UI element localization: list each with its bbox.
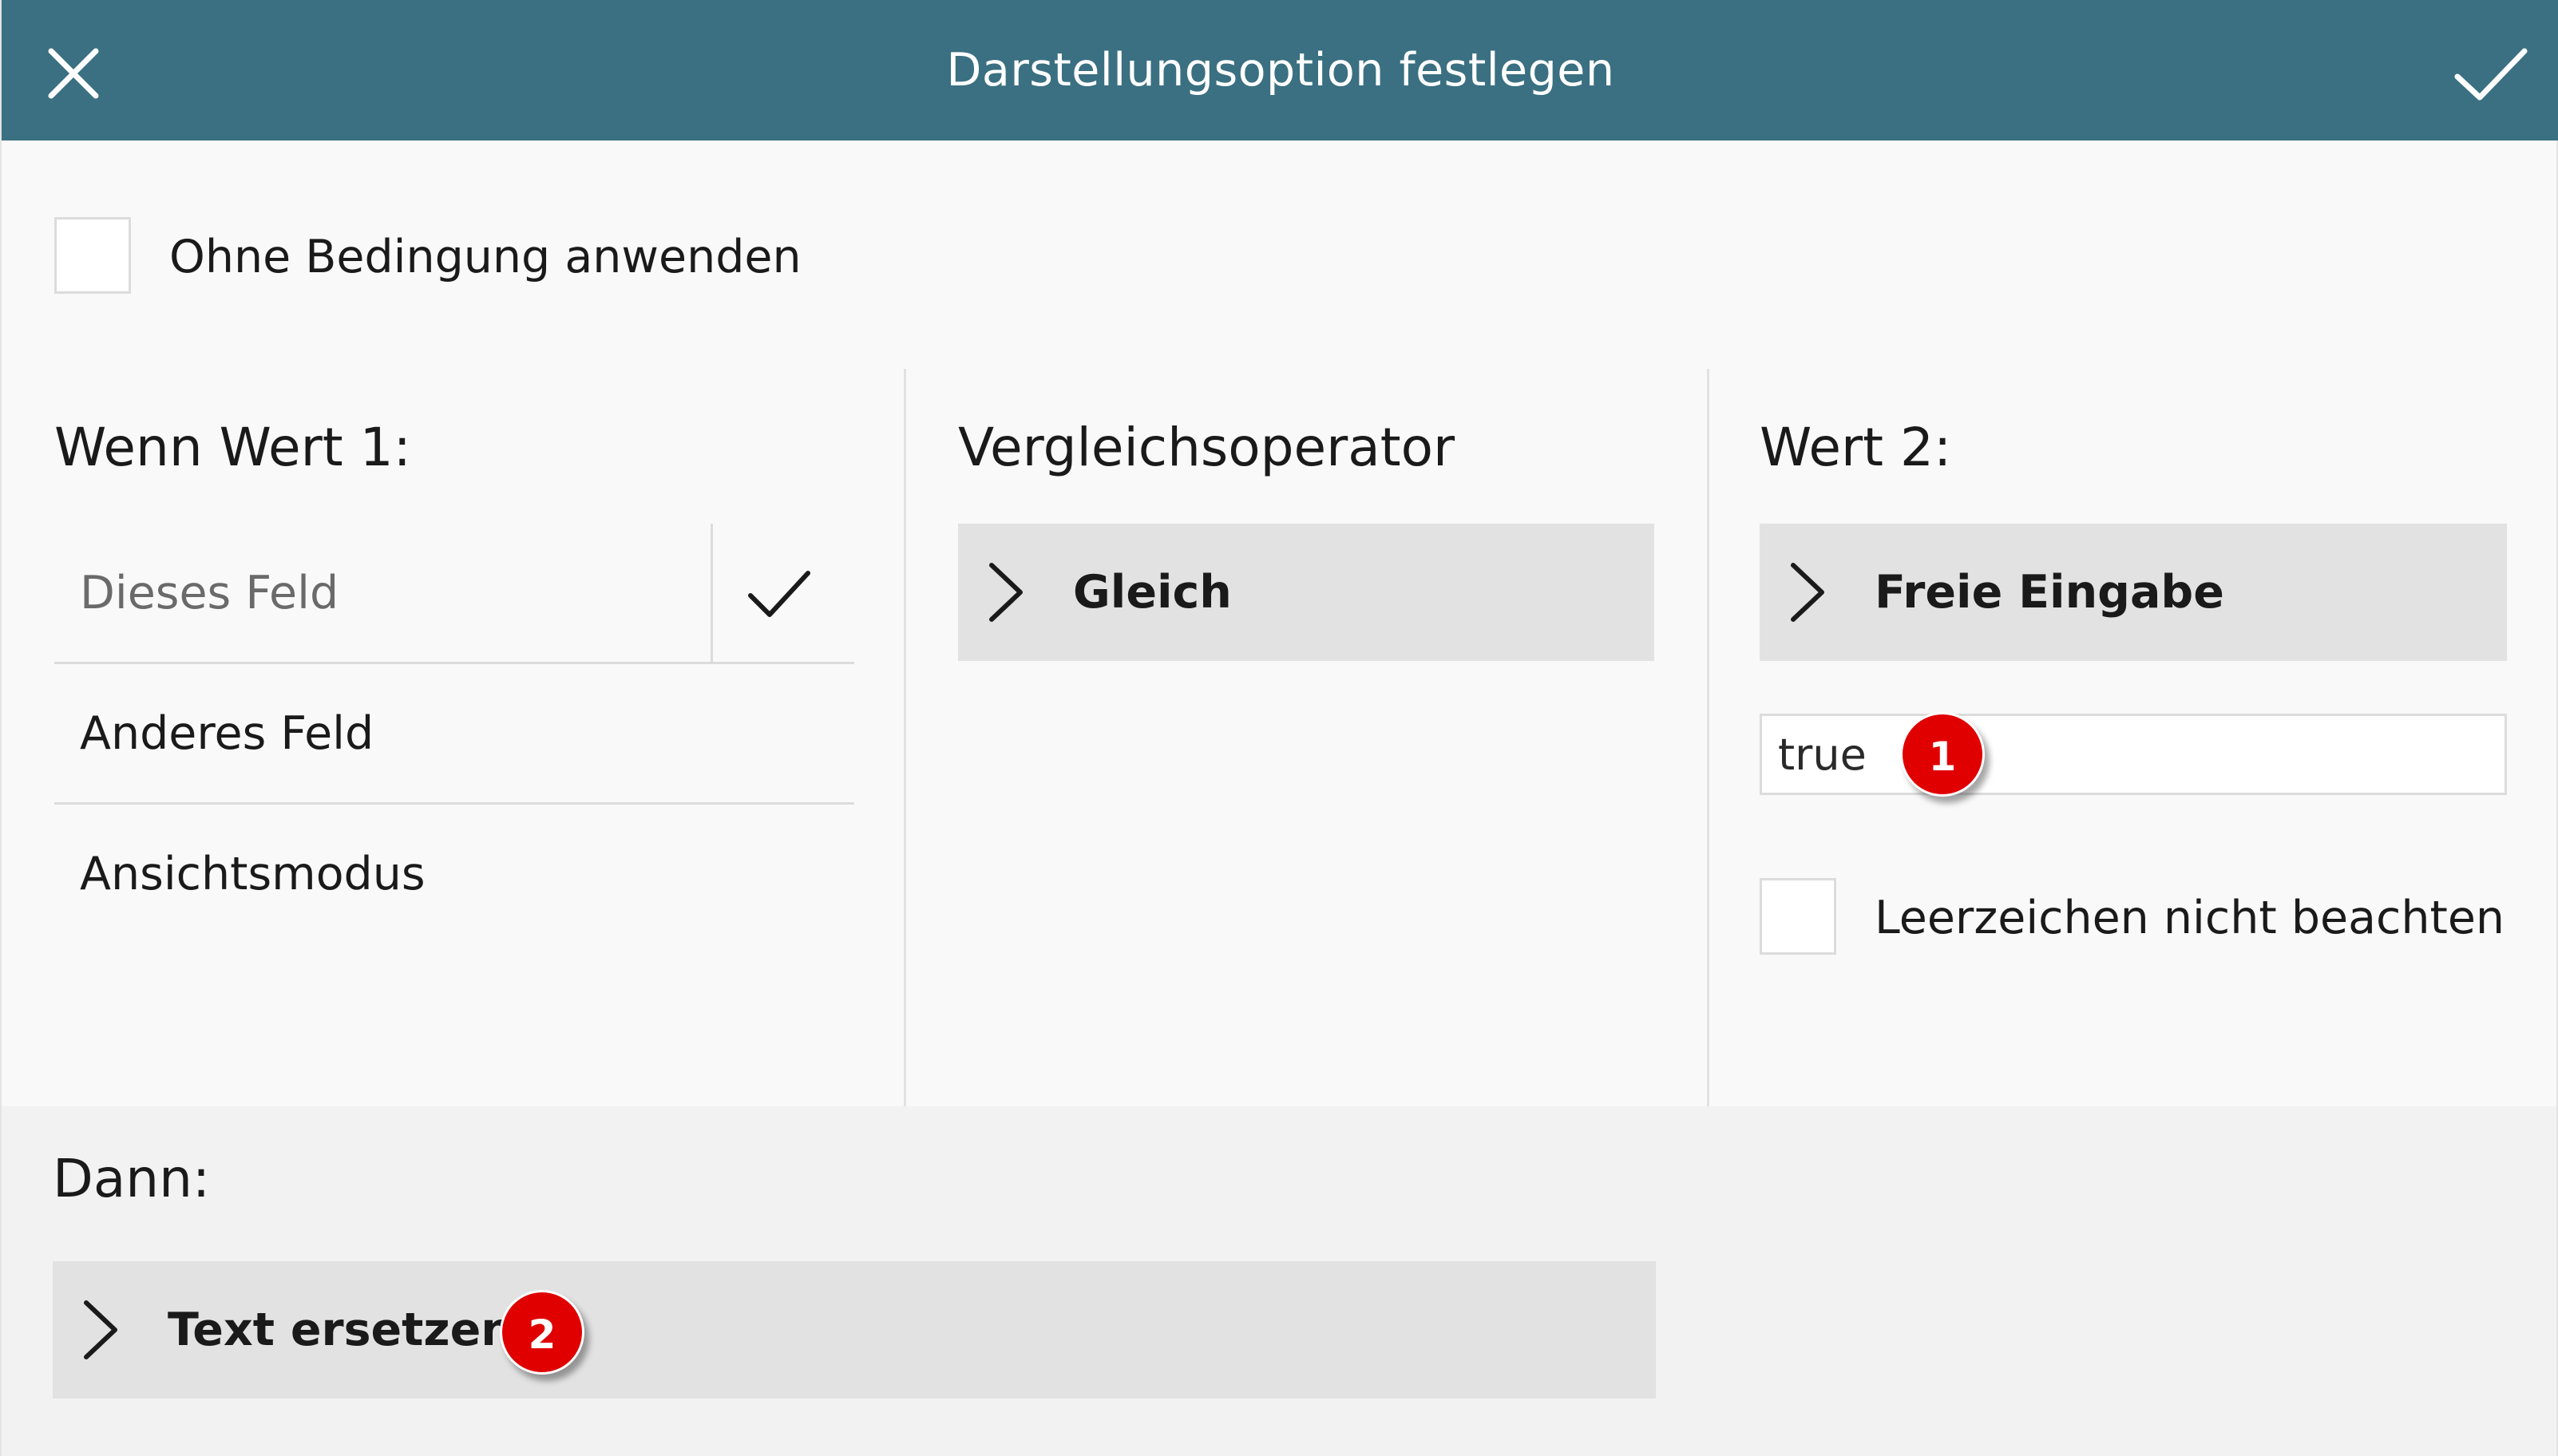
value2-select[interactable]: Freie Eingabe xyxy=(1760,524,2507,661)
value2-input[interactable] xyxy=(1760,714,2507,795)
then-action-select[interactable]: Text ersetzen xyxy=(53,1261,1656,1399)
value2-heading: Wert 2: xyxy=(1760,417,1952,478)
option-label: Dieses Feld xyxy=(80,567,339,619)
value1-heading: Wenn Wert 1: xyxy=(54,417,411,478)
then-panel: Dann: Text ersetzen 2 xyxy=(2,1106,2556,1456)
then-action-value: Text ersetzen xyxy=(168,1304,513,1356)
operator-select[interactable]: Gleich xyxy=(958,524,1654,661)
option-label: Ansichtsmodus xyxy=(80,848,426,900)
value1-option-view-mode[interactable]: Ansichtsmodus xyxy=(54,805,854,945)
callout-badge-1: 1 xyxy=(1900,712,1985,797)
operator-heading: Vergleichsoperator xyxy=(958,417,1455,478)
option-divider xyxy=(711,524,713,663)
confirm-button[interactable] xyxy=(2451,38,2531,109)
unconditional-checkbox[interactable] xyxy=(54,217,131,294)
then-heading: Dann: xyxy=(53,1148,211,1209)
check-icon xyxy=(744,562,814,626)
dialog-title: Darstellungsoption festlegen xyxy=(946,44,1615,97)
operator-value: Gleich xyxy=(1073,566,1232,619)
unconditional-label: Ohne Bedingung anwenden xyxy=(169,231,802,283)
option-label: Anderes Feld xyxy=(80,707,374,760)
chevron-right-icon xyxy=(1785,559,1830,626)
value2-type: Freie Eingabe xyxy=(1875,566,2224,619)
dialog-header: Darstellungsoption festlegen xyxy=(2,0,2558,140)
ignore-whitespace-checkbox[interactable] xyxy=(1760,878,1836,955)
value1-option-other-field[interactable]: Anderes Feld xyxy=(54,664,854,805)
check-icon xyxy=(2451,38,2531,109)
chevron-right-icon xyxy=(984,559,1028,626)
column-divider xyxy=(1707,369,1709,1106)
column-divider xyxy=(904,369,906,1106)
callout-badge-2: 2 xyxy=(500,1290,584,1375)
value1-option-this-field[interactable]: Dieses Feld xyxy=(54,524,854,664)
ignore-whitespace-label: Leerzeichen nicht beachten xyxy=(1875,892,2505,944)
chevron-right-icon xyxy=(78,1296,123,1363)
